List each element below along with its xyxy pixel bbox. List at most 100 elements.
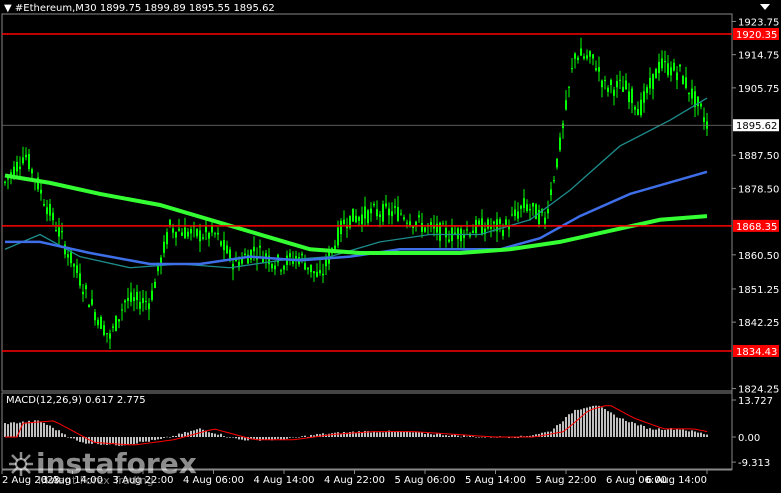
candle-body — [253, 246, 255, 252]
time-tick-label: 5 Aug 22:00 — [535, 475, 596, 486]
candle-body — [82, 291, 84, 295]
candle-body — [106, 333, 108, 335]
macd-histogram-bar — [457, 435, 459, 437]
candle-body — [301, 253, 303, 256]
candle-body — [499, 219, 501, 224]
horizontal-levels[interactable]: 1920.35 1868.35 1834.43 1895.62 — [2, 28, 779, 358]
candle-body — [487, 219, 489, 229]
candle-body — [448, 239, 450, 242]
candle-body — [505, 219, 507, 225]
macd-histogram-bar — [439, 433, 441, 437]
candle-body — [166, 232, 168, 245]
candle-body — [310, 264, 312, 273]
price-level-label: 1834.43 — [736, 347, 777, 358]
candle-body — [547, 209, 549, 214]
candle-body — [445, 228, 447, 238]
candle-body — [352, 208, 354, 222]
candle-body — [49, 203, 51, 216]
candle-body — [556, 158, 558, 168]
candle-body — [685, 77, 687, 88]
candle-body — [502, 230, 504, 236]
macd-histogram-bar — [214, 433, 216, 437]
candle-body — [100, 316, 102, 330]
candle-body — [700, 103, 702, 107]
candle-body — [148, 303, 150, 310]
candle-body — [589, 51, 591, 57]
candle-body — [367, 210, 369, 224]
candle-body — [544, 217, 546, 224]
candle-body — [649, 77, 651, 89]
macd-histogram-bar — [553, 428, 555, 437]
macd-histogram-bar — [46, 424, 48, 437]
macd-histogram-bar — [445, 435, 447, 437]
macd-histogram-bar — [481, 436, 483, 438]
candle-body — [259, 245, 261, 248]
macd-histogram-bar — [601, 407, 603, 437]
candle-body — [562, 123, 564, 128]
macd-histogram-bar — [292, 436, 294, 438]
macd-histogram-bar — [634, 423, 636, 437]
macd-histogram-bar — [259, 437, 261, 441]
candle-body — [643, 91, 645, 103]
macd-histogram-bar — [613, 414, 615, 437]
candle-body — [211, 226, 213, 233]
candle-body — [604, 80, 606, 82]
macd-histogram-bar — [295, 437, 297, 438]
candle-body — [40, 189, 42, 194]
candle-body — [154, 281, 156, 289]
macd-histogram-bar — [649, 428, 651, 437]
candle-body — [250, 250, 252, 260]
candle-body — [220, 241, 222, 246]
macd-histogram-bar — [646, 428, 648, 437]
candle-body — [511, 214, 513, 216]
macd-histogram-bar — [202, 429, 204, 437]
candle-body — [85, 285, 87, 290]
macd-histogram-bar — [559, 423, 561, 437]
macd-histogram-bar — [136, 437, 138, 444]
candle-body — [190, 229, 192, 234]
macd-histogram-bar — [142, 437, 144, 442]
candle-body — [22, 157, 24, 164]
macd-histogram-bar — [166, 436, 168, 438]
macd-histogram-bar — [688, 431, 690, 437]
candle-body — [46, 207, 48, 215]
macd-histogram-bar — [451, 434, 453, 437]
candle-body — [145, 300, 147, 302]
macd-histogram-bar — [442, 435, 444, 437]
candle-body — [7, 178, 9, 180]
macd-histogram-bar — [376, 432, 378, 437]
candle-body — [667, 63, 669, 76]
price-chart[interactable]: 1920.35 1868.35 1834.43 1895.62 1923.75 1914… — [0, 0, 781, 489]
candle-body — [691, 88, 693, 99]
chart-terminal[interactable]: 1920.35 1868.35 1834.43 1895.62 1923.75 1914… — [0, 0, 781, 489]
macd-histogram-bar — [169, 437, 171, 438]
candle-body — [355, 215, 357, 223]
candle-body — [619, 79, 621, 81]
macd-histogram-bar — [664, 429, 666, 437]
candle-body — [571, 68, 573, 70]
price-tick-label: 1905.75 — [738, 84, 779, 95]
candle-body — [151, 290, 153, 300]
macd-histogram-bar — [619, 418, 621, 437]
macd-histogram-bar — [127, 437, 129, 445]
macd-histogram-bar — [466, 436, 468, 438]
main-chart-frame — [1, 13, 733, 392]
candle-body — [628, 91, 630, 102]
candle-body — [94, 312, 96, 321]
candle-body — [184, 227, 186, 239]
candle-body — [340, 220, 342, 234]
macd-histogram-bar — [148, 437, 150, 442]
price-tick-label: 1842.25 — [738, 318, 779, 329]
price-level-label: 1868.35 — [736, 222, 777, 233]
candle-body — [409, 221, 411, 226]
candle-body — [493, 221, 495, 224]
macd-histogram-bar — [154, 437, 156, 441]
candle-body — [613, 89, 615, 96]
macd-histogram-bar — [607, 411, 609, 437]
candle-body — [523, 198, 525, 208]
chart-menu-arrow-icon[interactable] — [760, 4, 770, 10]
macd-histogram-bar — [208, 432, 210, 437]
candle-body — [28, 153, 30, 170]
candle-body — [520, 205, 522, 209]
macd-histogram-bar — [469, 435, 471, 437]
